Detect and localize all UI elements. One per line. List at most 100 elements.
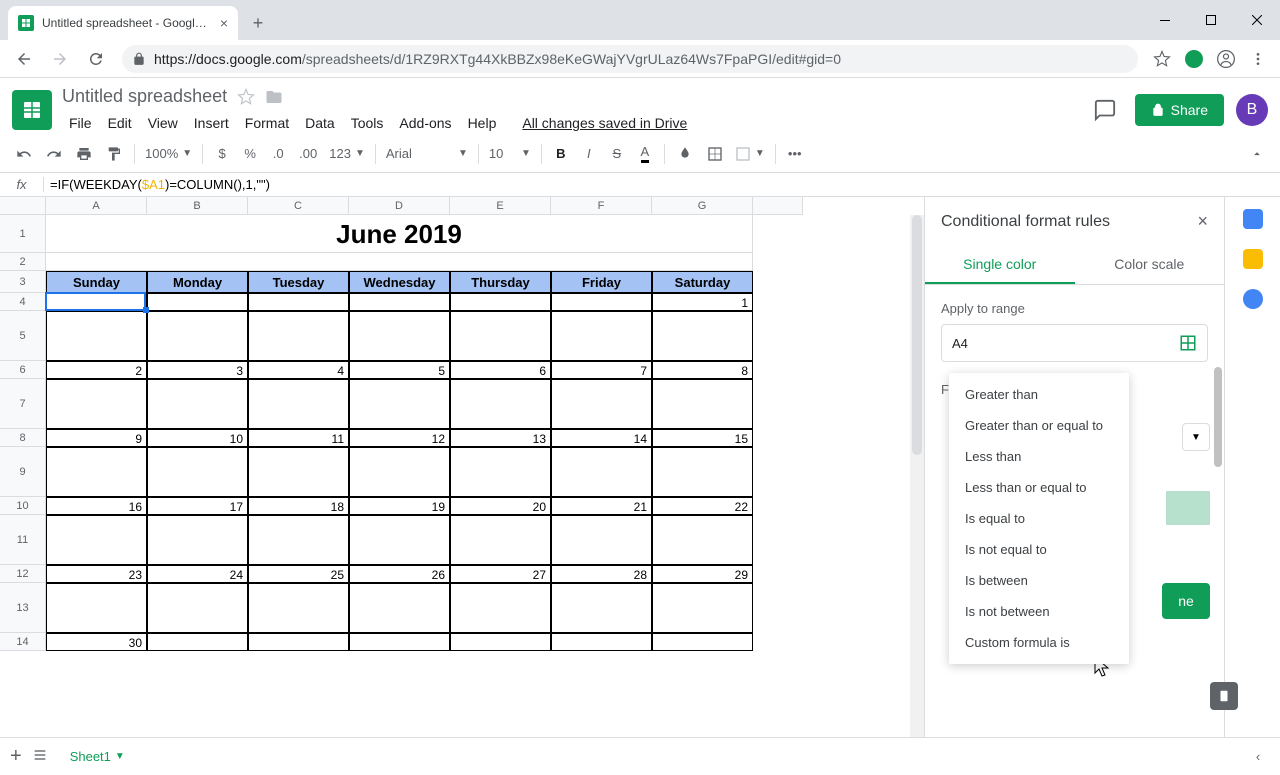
calendar-date-cell[interactable]: 22 — [652, 497, 753, 515]
menu-insert[interactable]: Insert — [187, 111, 236, 135]
calendar-date-cell[interactable] — [248, 293, 349, 311]
spreadsheet-grid[interactable]: ABCDEFG 1234567891011121314 June 2019 Su… — [0, 197, 924, 737]
more-button[interactable]: ••• — [782, 141, 808, 167]
reload-button[interactable] — [80, 43, 112, 75]
fill-color-button[interactable] — [671, 141, 699, 167]
explore-button[interactable] — [1210, 682, 1238, 710]
calendar-body-cell[interactable] — [652, 583, 753, 633]
star-icon[interactable] — [1148, 45, 1176, 73]
calendar-date-cell[interactable]: 9 — [46, 429, 147, 447]
vertical-scrollbar[interactable] — [910, 215, 924, 737]
calendar-body-cell[interactable] — [248, 583, 349, 633]
expand-rail-button[interactable]: ‹ — [1246, 745, 1270, 769]
calendar-date-cell[interactable]: 13 — [450, 429, 551, 447]
calendar-body-cell[interactable] — [248, 311, 349, 361]
percent-button[interactable]: % — [237, 141, 263, 167]
menu-addons[interactable]: Add-ons — [392, 111, 458, 135]
dropdown-item[interactable]: Greater than — [949, 379, 1129, 410]
calendar-body-cell[interactable] — [551, 311, 652, 361]
selection-handle[interactable] — [143, 307, 149, 313]
menu-icon[interactable] — [1244, 45, 1272, 73]
print-button[interactable] — [70, 141, 98, 167]
row-header[interactable]: 10 — [0, 497, 46, 515]
row-header[interactable]: 8 — [0, 429, 46, 447]
calendar-date-cell[interactable]: 2 — [46, 361, 147, 379]
calendar-body-cell[interactable] — [248, 447, 349, 497]
row-header[interactable]: 5 — [0, 311, 46, 361]
calendar-body-cell[interactable] — [248, 379, 349, 429]
decimal-decrease-button[interactable]: .0 — [265, 141, 291, 167]
calendar-date-cell[interactable]: 15 — [652, 429, 753, 447]
dropdown-item[interactable]: Is not between — [949, 596, 1129, 627]
calendar-date-cell[interactable]: 18 — [248, 497, 349, 515]
star-doc-icon[interactable] — [237, 88, 255, 106]
calendar-date-cell[interactable]: 14 — [551, 429, 652, 447]
sheet-tab[interactable]: Sheet1 ▼ — [58, 743, 137, 770]
back-button[interactable] — [8, 43, 40, 75]
row-header[interactable]: 14 — [0, 633, 46, 651]
calendar-body-cell[interactable] — [46, 447, 147, 497]
calendar-body-cell[interactable] — [551, 515, 652, 565]
forward-button[interactable] — [44, 43, 76, 75]
dropdown-scrollbar[interactable] — [1214, 367, 1222, 467]
calendar-date-cell[interactable]: 8 — [652, 361, 753, 379]
calendar-date-cell[interactable] — [147, 633, 248, 651]
col-header[interactable]: D — [349, 197, 450, 215]
sheets-logo[interactable] — [12, 90, 52, 130]
calendar-body-cell[interactable] — [450, 515, 551, 565]
bold-button[interactable]: B — [548, 141, 574, 167]
menu-format[interactable]: Format — [238, 111, 296, 135]
minimize-button[interactable] — [1142, 0, 1188, 40]
redo-button[interactable] — [40, 141, 68, 167]
menu-tools[interactable]: Tools — [344, 111, 391, 135]
profile-icon[interactable] — [1212, 45, 1240, 73]
dropdown-item[interactable]: Is equal to — [949, 503, 1129, 534]
calendar-date-cell[interactable]: 12 — [349, 429, 450, 447]
tab-color-scale[interactable]: Color scale — [1075, 246, 1225, 284]
row-header[interactable]: 12 — [0, 565, 46, 583]
calendar-date-cell[interactable] — [551, 293, 652, 311]
calendar-date-cell[interactable] — [450, 293, 551, 311]
number-format-select[interactable]: 123▼ — [325, 146, 369, 161]
row-header[interactable]: 9 — [0, 447, 46, 497]
tasks-addon-icon[interactable] — [1243, 289, 1263, 309]
merge-button[interactable]: ▼ — [731, 146, 769, 162]
calendar-body-cell[interactable] — [450, 583, 551, 633]
calendar-date-cell[interactable]: 20 — [450, 497, 551, 515]
italic-button[interactable]: I — [576, 141, 602, 167]
calendar-body-cell[interactable] — [147, 379, 248, 429]
calendar-body-cell[interactable] — [147, 447, 248, 497]
menu-help[interactable]: Help — [461, 111, 504, 135]
save-status[interactable]: All changes saved in Drive — [515, 111, 694, 135]
calendar-date-cell[interactable]: 28 — [551, 565, 652, 583]
undo-button[interactable] — [10, 141, 38, 167]
calendar-body-cell[interactable] — [46, 583, 147, 633]
rule-select-caret[interactable]: ▼ — [1182, 423, 1210, 451]
menu-view[interactable]: View — [141, 111, 185, 135]
all-sheets-button[interactable] — [32, 747, 48, 766]
col-header[interactable]: C — [248, 197, 349, 215]
row-header[interactable]: 13 — [0, 583, 46, 633]
calendar-body-cell[interactable] — [248, 515, 349, 565]
calendar-body-cell[interactable] — [147, 583, 248, 633]
calendar-date-cell[interactable]: 3 — [147, 361, 248, 379]
row-header[interactable]: 6 — [0, 361, 46, 379]
extension-icon[interactable] — [1180, 45, 1208, 73]
borders-button[interactable] — [701, 141, 729, 167]
calendar-date-cell[interactable] — [652, 633, 753, 651]
row-header[interactable]: 1 — [0, 215, 46, 253]
dropdown-item[interactable]: Is between — [949, 565, 1129, 596]
calendar-date-cell[interactable]: 27 — [450, 565, 551, 583]
font-size-select[interactable]: 10▼ — [485, 146, 535, 161]
col-header[interactable]: B — [147, 197, 248, 215]
new-tab-button[interactable]: + — [244, 9, 272, 37]
calendar-date-cell[interactable]: 21 — [551, 497, 652, 515]
calendar-body-cell[interactable] — [349, 583, 450, 633]
calendar-body-cell[interactable] — [652, 379, 753, 429]
done-button[interactable]: ne — [1162, 583, 1210, 619]
calendar-body-cell[interactable] — [652, 447, 753, 497]
calendar-body-cell[interactable] — [147, 311, 248, 361]
calendar-date-cell[interactable]: 19 — [349, 497, 450, 515]
add-sheet-button[interactable]: + — [10, 745, 22, 768]
row-header[interactable]: 11 — [0, 515, 46, 565]
